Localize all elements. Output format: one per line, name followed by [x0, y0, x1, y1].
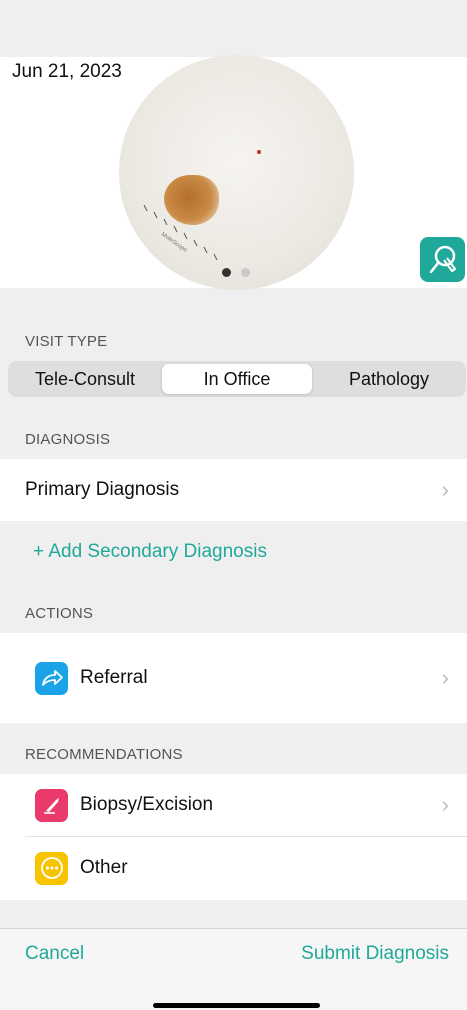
recommendations-header: RECOMMENDATIONS [25, 746, 183, 763]
chevron-right-icon: › [441, 477, 449, 502]
home-indicator[interactable] [153, 1003, 320, 1008]
page-dot-2 [241, 268, 250, 277]
magnifier-icon [429, 245, 456, 273]
svg-text:MoleScope: MoleScope [160, 232, 189, 255]
other-row[interactable]: Other [0, 837, 467, 899]
top-bar [0, 0, 467, 57]
visit-type-segmented-control: Tele-Consult In Office Pathology [8, 361, 466, 397]
visit-date: Jun 21, 2023 [12, 61, 122, 82]
segment-in-office[interactable]: In Office [162, 364, 312, 394]
page-dot-1 [222, 268, 231, 277]
inspect-button[interactable] [420, 237, 465, 282]
add-secondary-diagnosis-button[interactable]: + Add Secondary Diagnosis [33, 541, 267, 563]
diagnosis-screen: MoleScope Jun 21, 2023 VISIT TYPE Tele-C… [0, 0, 467, 1010]
chevron-right-icon: › [441, 792, 449, 817]
biopsy-excision-label: Biopsy/Excision [80, 794, 214, 815]
primary-diagnosis-row[interactable]: Primary Diagnosis › [0, 459, 467, 521]
diagnosis-header: DIAGNOSIS [25, 431, 111, 448]
scale-marks: MoleScope [143, 204, 218, 261]
ellipsis-icon [35, 851, 68, 885]
chevron-right-icon: › [441, 665, 449, 690]
scalpel-icon [35, 788, 68, 822]
cancel-button[interactable]: Cancel [25, 943, 84, 965]
referral-label: Referral [80, 667, 148, 688]
other-label: Other [80, 857, 128, 878]
bottom-toolbar: Cancel Submit Diagnosis [0, 928, 467, 1010]
dermoscopy-image[interactable]: MoleScope [119, 55, 354, 290]
actions-header: ACTIONS [25, 605, 94, 622]
segment-tele-consult[interactable]: Tele-Consult [10, 363, 160, 395]
share-arrow-icon [35, 661, 68, 695]
biopsy-excision-row[interactable]: Biopsy/Excision › [0, 774, 467, 836]
primary-diagnosis-label: Primary Diagnosis [25, 479, 180, 500]
visit-type-header: VISIT TYPE [25, 333, 108, 350]
referral-row[interactable]: Referral › [0, 633, 467, 723]
page-indicator [222, 268, 250, 277]
segment-pathology[interactable]: Pathology [314, 363, 464, 395]
submit-diagnosis-button[interactable]: Submit Diagnosis [301, 943, 449, 965]
